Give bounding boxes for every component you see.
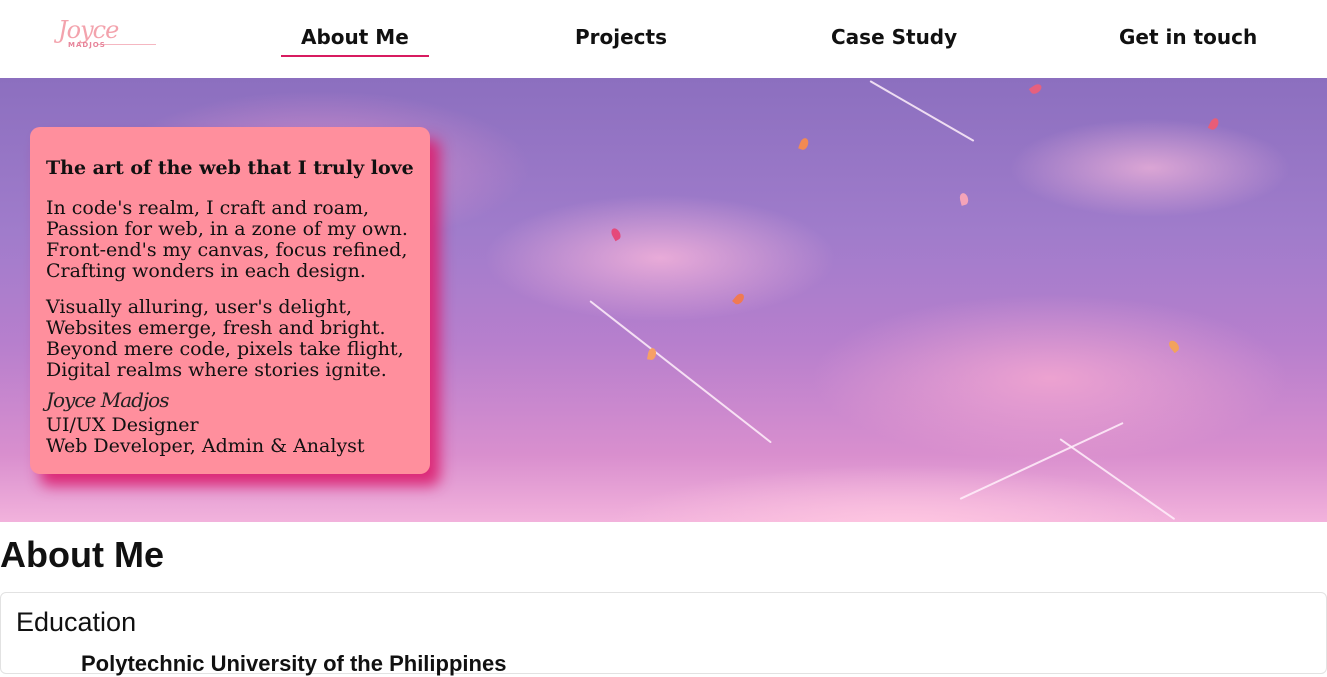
petal	[732, 291, 746, 307]
shooting-streak	[1059, 438, 1176, 521]
poem-line: In code's realm, I craft and roam,	[46, 197, 370, 219]
poem-title: The art of the web that I truly love	[46, 157, 414, 179]
education-item: Polytechnic University of the Philippine…	[81, 651, 507, 676]
poem-stanza-1: In code's realm, I craft and roam, Passi…	[46, 198, 408, 282]
poem-line: Front-end's my canvas, focus refined,	[46, 239, 408, 261]
hero-banner: The art of the web that I truly love In …	[0, 78, 1327, 522]
poem-line: Beyond mere code, pixels take flight,	[46, 338, 404, 360]
shooting-streak	[959, 422, 1124, 500]
logo-underline	[98, 44, 156, 45]
nav-projects[interactable]: Projects	[575, 25, 667, 49]
petal	[1207, 116, 1221, 132]
role-line: Web Developer, Admin & Analyst	[46, 435, 365, 457]
poem-card: The art of the web that I truly love In …	[30, 127, 430, 474]
shooting-streak	[589, 300, 772, 444]
about-heading: About Me	[0, 534, 164, 575]
petal	[958, 192, 970, 206]
logo-sub-text: MADJOS	[68, 41, 106, 49]
petal	[1167, 338, 1181, 354]
role-line: UI/UX Designer	[46, 414, 199, 436]
education-panel: Education Polytechnic University of the …	[0, 592, 1327, 676]
poem-line: Passion for web, in a zone of my own.	[46, 218, 408, 240]
poem-stanza-2: Visually alluring, user's delight, Websi…	[46, 297, 404, 381]
signature: Joyce Madjos	[46, 388, 169, 412]
shooting-streak	[869, 80, 975, 142]
poem-line: Websites emerge, fresh and bright.	[46, 317, 386, 339]
poem-line: Crafting wonders in each design.	[46, 260, 366, 282]
petal	[1028, 82, 1044, 96]
poem-line: Visually alluring, user's delight,	[46, 296, 353, 318]
site-logo[interactable]: Joyce MADJOS	[58, 10, 158, 70]
nav-about-me[interactable]: About Me	[281, 25, 429, 57]
logo-script-text: Joyce	[58, 16, 119, 44]
petal	[647, 347, 657, 361]
top-navbar: Joyce MADJOS About Me Projects Case Stud…	[0, 0, 1327, 79]
nav-get-in-touch[interactable]: Get in touch	[1119, 25, 1257, 49]
petal	[798, 136, 810, 152]
petal	[609, 226, 623, 242]
nav-case-study[interactable]: Case Study	[831, 25, 957, 49]
poem-line: Digital realms where stories ignite.	[46, 359, 387, 381]
education-title: Education	[16, 607, 137, 637]
